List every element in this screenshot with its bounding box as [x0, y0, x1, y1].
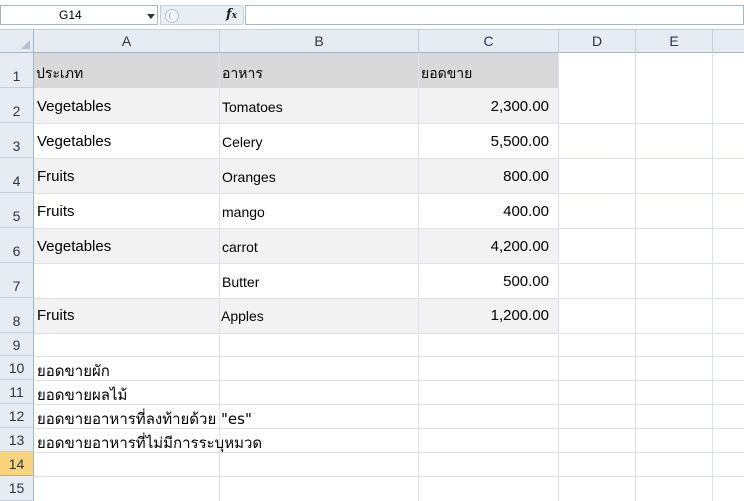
row-header[interactable]: 13: [0, 428, 34, 452]
formula-bar: G14 fx: [0, 0, 744, 30]
column-header-c[interactable]: C: [419, 30, 559, 53]
cell-a11[interactable]: ยอดขายผลไม้: [37, 383, 127, 407]
row-header[interactable]: 5: [0, 193, 34, 228]
column-header-a[interactable]: A: [34, 30, 220, 53]
row-header[interactable]: 1: [0, 53, 34, 88]
cell-c4[interactable]: 800.00: [503, 168, 549, 185]
cell-c1[interactable]: ยอดขาย: [421, 63, 472, 85]
select-all-triangle-icon: [21, 40, 30, 49]
cell-c3[interactable]: 5,500.00: [491, 133, 549, 150]
cell-a12[interactable]: ยอดขายอาหารที่ลงท้ายด้วย "es": [37, 407, 252, 431]
cell-a13[interactable]: ยอดขายอาหารที่ไม่มีการระบุหมวด: [37, 431, 262, 455]
row-header[interactable]: 3: [0, 123, 34, 158]
select-all-button[interactable]: [0, 30, 34, 53]
row-header[interactable]: 10: [0, 356, 34, 380]
header-row-band: [34, 53, 744, 88]
fx-subscript: x: [231, 11, 237, 21]
insert-function-button[interactable]: fx: [226, 7, 237, 22]
name-box[interactable]: G14: [0, 5, 158, 25]
row-header[interactable]: 8: [0, 298, 34, 333]
cell-a6[interactable]: Vegetables: [37, 238, 111, 255]
row-band: [34, 298, 744, 333]
cell-a4[interactable]: Fruits: [37, 168, 75, 185]
cell-b8[interactable]: Apples: [221, 308, 264, 324]
cell-b5[interactable]: mango: [222, 204, 265, 220]
row-header[interactable]: 12: [0, 404, 34, 428]
row-header-selected[interactable]: 14: [0, 452, 34, 476]
row-header[interactable]: 2: [0, 88, 34, 123]
cell-b4[interactable]: Oranges: [222, 169, 276, 185]
cell-a1[interactable]: ประเภท: [36, 63, 83, 85]
row-header[interactable]: 11: [0, 380, 34, 404]
cell-c2[interactable]: 2,300.00: [491, 98, 549, 115]
cell-a5[interactable]: Fruits: [37, 203, 75, 220]
cell-c6[interactable]: 4,200.00: [491, 238, 549, 255]
cell-a8[interactable]: Fruits: [37, 307, 75, 324]
formula-input[interactable]: [245, 5, 744, 25]
cell-a2[interactable]: Vegetables: [37, 98, 111, 115]
row-header[interactable]: 7: [0, 263, 34, 298]
row-band: [34, 228, 744, 263]
chevron-down-icon[interactable]: [147, 14, 155, 19]
cell-a10[interactable]: ยอดขายผัก: [37, 359, 110, 383]
column-header-d[interactable]: D: [559, 30, 636, 53]
cell-c5[interactable]: 400.00: [503, 203, 549, 220]
cell-b1[interactable]: อาหาร: [222, 63, 263, 85]
row-header[interactable]: 4: [0, 158, 34, 193]
row-band: [34, 158, 744, 193]
column-header-e[interactable]: E: [636, 30, 713, 53]
resize-handle-icon[interactable]: [165, 9, 179, 23]
cell-b7[interactable]: Butter: [222, 274, 259, 290]
name-box-value: G14: [59, 8, 82, 22]
cell-c7[interactable]: 500.00: [503, 273, 549, 290]
cell-b3[interactable]: Celery: [222, 134, 262, 150]
cell-b6[interactable]: carrot: [222, 239, 258, 255]
row-header[interactable]: 9: [0, 333, 34, 356]
column-header-b[interactable]: B: [220, 30, 419, 53]
cell-a3[interactable]: Vegetables: [37, 133, 111, 150]
row-header[interactable]: 6: [0, 228, 34, 263]
cell-c8[interactable]: 1,200.00: [491, 307, 549, 324]
row-band: [34, 88, 744, 123]
cell-b2[interactable]: Tomatoes: [222, 99, 283, 115]
formula-buttons: fx: [160, 5, 244, 25]
row-header[interactable]: 15: [0, 476, 34, 501]
